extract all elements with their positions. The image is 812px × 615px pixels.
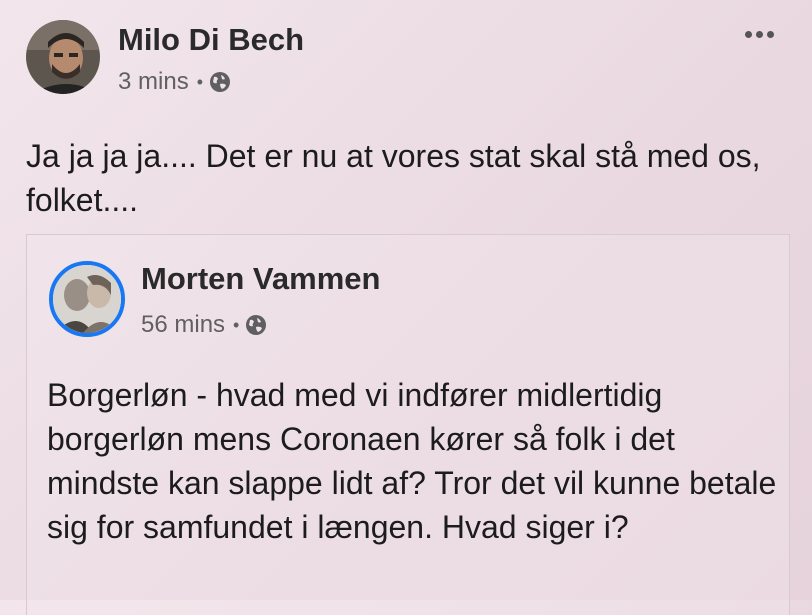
meta-separator: • xyxy=(196,71,203,92)
post-meta: 3 mins • xyxy=(118,68,231,96)
more-horizontal-icon xyxy=(744,30,752,38)
shared-post-text: Borgerløn - hvad med vi indfører midlert… xyxy=(47,377,777,545)
more-options-button[interactable] xyxy=(742,24,776,44)
shared-author-name[interactable]: Morten Vammen xyxy=(141,261,380,297)
globe-icon[interactable] xyxy=(245,314,267,336)
shared-post-meta: 56 mins • xyxy=(141,311,267,339)
author-avatar[interactable] xyxy=(26,20,100,94)
shared-post-card[interactable]: Morten Vammen 56 mins • Borgerløn - hvad… xyxy=(26,234,790,615)
globe-icon[interactable] xyxy=(209,71,231,93)
post-text: Ja ja ja ja.... Det er nu at vores stat … xyxy=(26,138,761,218)
post-header: Milo Di Bech 3 mins • xyxy=(26,20,806,100)
meta-separator: • xyxy=(233,314,240,335)
author-name[interactable]: Milo Di Bech xyxy=(118,22,304,58)
post-timestamp[interactable]: 3 mins xyxy=(118,68,189,96)
shared-post-timestamp[interactable]: 56 mins xyxy=(141,311,225,339)
shared-post-header: Morten Vammen 56 mins • xyxy=(49,261,749,341)
shared-author-avatar[interactable] xyxy=(49,261,125,337)
feed-post: Milo Di Bech 3 mins • Ja ja ja ja.... De… xyxy=(0,0,812,615)
